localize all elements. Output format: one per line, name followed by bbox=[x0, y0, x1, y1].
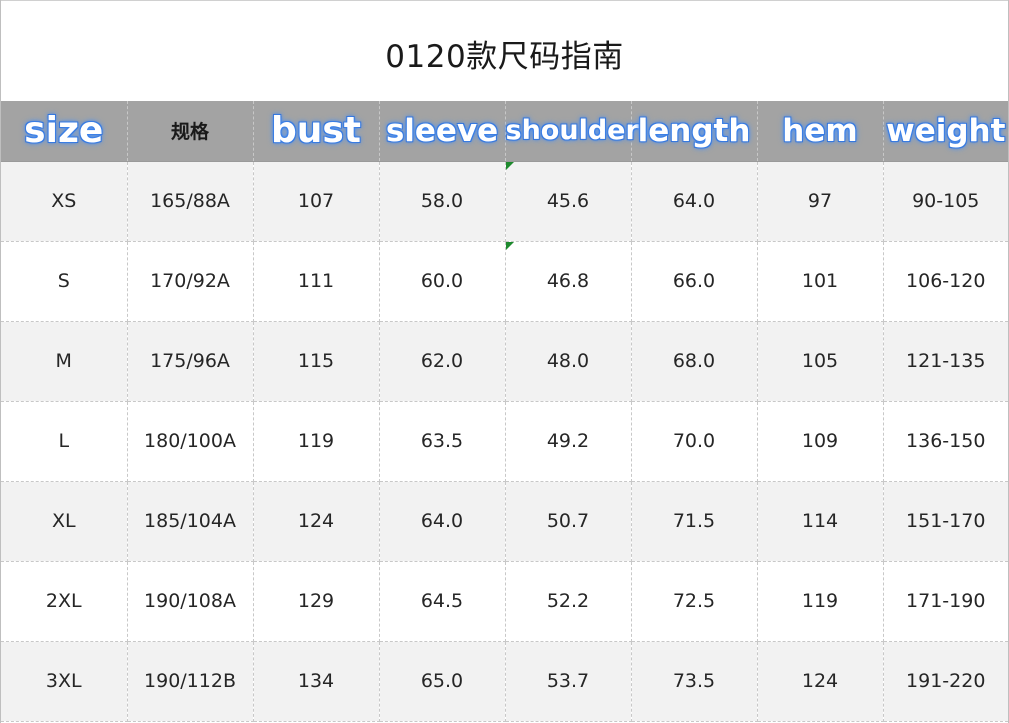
cell-bust[interactable]: 124 bbox=[253, 481, 380, 562]
cell-sleeve[interactable]: 60.0 bbox=[379, 241, 506, 322]
header-size[interactable]: size bbox=[1, 101, 128, 162]
cell-spec[interactable]: 170/92A bbox=[127, 241, 254, 322]
comment-indicator-icon[interactable] bbox=[505, 161, 514, 170]
cell-size[interactable]: 3XL bbox=[1, 641, 128, 722]
cell-spec[interactable]: 175/96A bbox=[127, 321, 254, 402]
header-sleeve[interactable]: sleeve bbox=[379, 101, 506, 162]
cell-length[interactable]: 73.5 bbox=[631, 641, 758, 722]
cell-size[interactable]: XS bbox=[1, 161, 128, 242]
cell-sleeve[interactable]: 64.0 bbox=[379, 481, 506, 562]
cell-shoulder-value: 45.6 bbox=[546, 190, 590, 212]
cell-shoulder[interactable]: 49.2 bbox=[505, 401, 632, 482]
cell-spec[interactable]: 165/88A bbox=[127, 161, 254, 242]
title-row: 0120款尺码指南 bbox=[1, 0, 1008, 101]
cell-length[interactable]: 68.0 bbox=[631, 321, 758, 402]
cell-shoulder[interactable]: 52.2 bbox=[505, 561, 632, 642]
cell-weight[interactable]: 191-220 bbox=[883, 641, 1008, 722]
cell-length[interactable]: 72.5 bbox=[631, 561, 758, 642]
table-row: 2XL 190/108A 129 64.5 52.2 72.5 119 171-… bbox=[1, 561, 1008, 642]
cell-shoulder[interactable]: 45.6 bbox=[505, 161, 632, 242]
header-length[interactable]: length bbox=[631, 101, 758, 162]
cell-hem[interactable]: 97 bbox=[757, 161, 884, 242]
header-spec[interactable]: 规格 bbox=[127, 101, 254, 162]
cell-hem[interactable]: 109 bbox=[757, 401, 884, 482]
cell-sleeve[interactable]: 62.0 bbox=[379, 321, 506, 402]
cell-hem[interactable]: 124 bbox=[757, 641, 884, 722]
comment-indicator-icon[interactable] bbox=[505, 241, 514, 250]
cell-size[interactable]: S bbox=[1, 241, 128, 322]
cell-bust[interactable]: 111 bbox=[253, 241, 380, 322]
cell-bust[interactable]: 129 bbox=[253, 561, 380, 642]
table-row: L 180/100A 119 63.5 49.2 70.0 109 136-15… bbox=[1, 401, 1008, 482]
cell-weight[interactable]: 121-135 bbox=[883, 321, 1008, 402]
cell-hem[interactable]: 101 bbox=[757, 241, 884, 322]
cell-sleeve[interactable]: 64.5 bbox=[379, 561, 506, 642]
cell-shoulder-value: 46.8 bbox=[546, 270, 590, 292]
cell-weight[interactable]: 106-120 bbox=[883, 241, 1008, 322]
table-row: S 170/92A 111 60.0 46.8 66.0 101 106-120 bbox=[1, 241, 1008, 322]
cell-hem[interactable]: 114 bbox=[757, 481, 884, 562]
header-bust[interactable]: bust bbox=[253, 101, 380, 162]
header-hem[interactable]: hem bbox=[757, 101, 884, 162]
cell-length[interactable]: 71.5 bbox=[631, 481, 758, 562]
header-shoulder[interactable]: shoulder bbox=[505, 101, 639, 162]
cell-spec[interactable]: 185/104A bbox=[127, 481, 254, 562]
cell-hem[interactable]: 119 bbox=[757, 561, 884, 642]
cell-shoulder[interactable]: 48.0 bbox=[505, 321, 632, 402]
cell-size[interactable]: XL bbox=[1, 481, 128, 562]
cell-length[interactable]: 70.0 bbox=[631, 401, 758, 482]
cell-weight[interactable]: 151-170 bbox=[883, 481, 1008, 562]
cell-weight[interactable]: 136-150 bbox=[883, 401, 1008, 482]
cell-spec[interactable]: 190/112B bbox=[127, 641, 254, 722]
cell-shoulder[interactable]: 53.7 bbox=[505, 641, 632, 722]
cell-bust[interactable]: 134 bbox=[253, 641, 380, 722]
header-weight[interactable]: weight bbox=[883, 101, 1008, 162]
cell-length[interactable]: 66.0 bbox=[631, 241, 758, 322]
cell-size[interactable]: 2XL bbox=[1, 561, 128, 642]
table-row: M 175/96A 115 62.0 48.0 68.0 105 121-135 bbox=[1, 321, 1008, 402]
size-table: size 规格 bust sleeve shoulder length hem … bbox=[1, 101, 1008, 722]
cell-size[interactable]: M bbox=[1, 321, 128, 402]
table-row: 3XL 190/112B 134 65.0 53.7 73.5 124 191-… bbox=[1, 641, 1008, 722]
cell-weight[interactable]: 171-190 bbox=[883, 561, 1008, 642]
cell-size[interactable]: L bbox=[1, 401, 128, 482]
cell-hem[interactable]: 105 bbox=[757, 321, 884, 402]
cell-spec[interactable]: 180/100A bbox=[127, 401, 254, 482]
table-row: XS 165/88A 107 58.0 45.6 64.0 97 90-105 bbox=[1, 161, 1008, 242]
cell-sleeve[interactable]: 58.0 bbox=[379, 161, 506, 242]
cell-weight[interactable]: 90-105 bbox=[883, 161, 1008, 242]
cell-shoulder[interactable]: 50.7 bbox=[505, 481, 632, 562]
page-title: 0120款尺码指南 bbox=[385, 38, 624, 75]
table-row: XL 185/104A 124 64.0 50.7 71.5 114 151-1… bbox=[1, 481, 1008, 562]
cell-bust[interactable]: 115 bbox=[253, 321, 380, 402]
size-chart-sheet: 0120款尺码指南 size 规格 bust sleeve shoulder l… bbox=[0, 0, 1009, 723]
cell-sleeve[interactable]: 65.0 bbox=[379, 641, 506, 722]
cell-length[interactable]: 64.0 bbox=[631, 161, 758, 242]
cell-sleeve[interactable]: 63.5 bbox=[379, 401, 506, 482]
cell-bust[interactable]: 119 bbox=[253, 401, 380, 482]
header-row: size 规格 bust sleeve shoulder length hem … bbox=[1, 101, 1008, 162]
cell-bust[interactable]: 107 bbox=[253, 161, 380, 242]
cell-shoulder[interactable]: 46.8 bbox=[505, 241, 632, 322]
cell-spec[interactable]: 190/108A bbox=[127, 561, 254, 642]
